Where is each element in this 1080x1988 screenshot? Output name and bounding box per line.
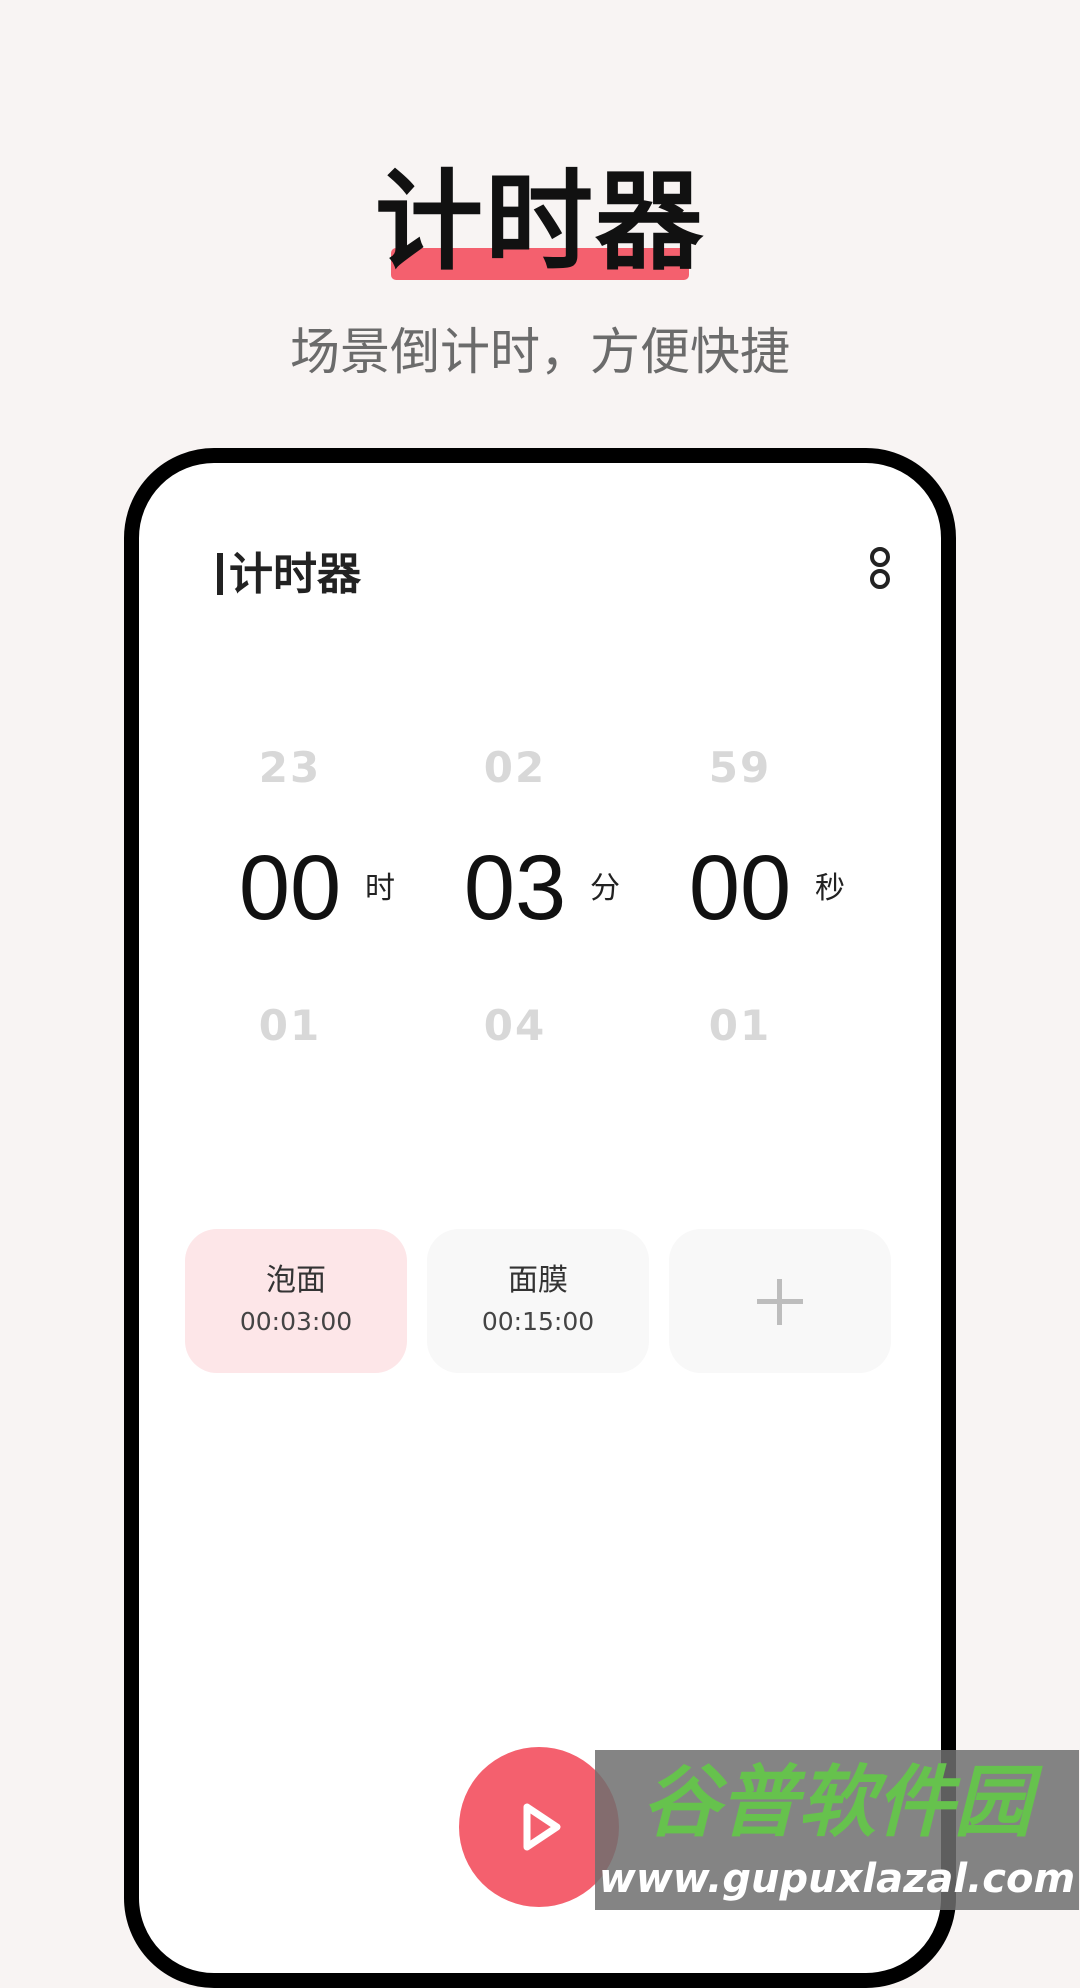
hour-picker[interactable]: 23 00 时 01: [215, 743, 435, 1083]
hero-header: 计时器: [0, 160, 1080, 285]
second-unit: 秒: [815, 871, 845, 906]
more-vertical-icon[interactable]: [866, 545, 894, 597]
second-prev: 59: [708, 743, 772, 792]
minute-unit: 分: [590, 871, 620, 906]
title-bar-mark: [217, 553, 223, 595]
watermark-text: 谷普软件园: [641, 1758, 1032, 1848]
hero-title: 计时器: [374, 160, 705, 285]
preset-name: 泡面: [266, 1263, 326, 1298]
watermark: 谷普软件园 www.gupuxlazal.com: [595, 1750, 1079, 1910]
hour-unit: 时: [365, 871, 395, 906]
second-picker[interactable]: 59 00 秒 01: [665, 743, 885, 1083]
hour-value: 00: [238, 837, 342, 939]
preset-name: 面膜: [508, 1263, 568, 1298]
preset-time: 00:03:00: [239, 1307, 353, 1336]
second-value: 00: [688, 837, 792, 939]
second-next: 01: [708, 1001, 772, 1050]
minute-picker[interactable]: 02 03 分 04: [440, 743, 660, 1083]
minute-next: 04: [483, 1001, 547, 1050]
menu-dot: [870, 569, 890, 589]
app-title: 计时器: [217, 547, 361, 603]
menu-dot: [870, 547, 890, 567]
minute-prev: 02: [483, 743, 547, 792]
minute-value: 03: [463, 837, 567, 939]
preset-time: 00:15:00: [481, 1307, 595, 1336]
plus-icon-vertical: [777, 1279, 782, 1325]
add-preset-button[interactable]: [669, 1229, 891, 1373]
hour-next: 01: [258, 1001, 322, 1050]
app-title-text: 计时器: [229, 549, 361, 600]
hero-subtitle: 场景倒计时，方便快捷: [290, 323, 790, 381]
hour-prev: 23: [258, 743, 322, 792]
watermark-url: www.gupuxlazal.com: [598, 1856, 1076, 1902]
preset-card-mask[interactable]: 面膜 00:15:00: [427, 1229, 649, 1373]
preset-card-noodles[interactable]: 泡面 00:03:00: [185, 1229, 407, 1373]
